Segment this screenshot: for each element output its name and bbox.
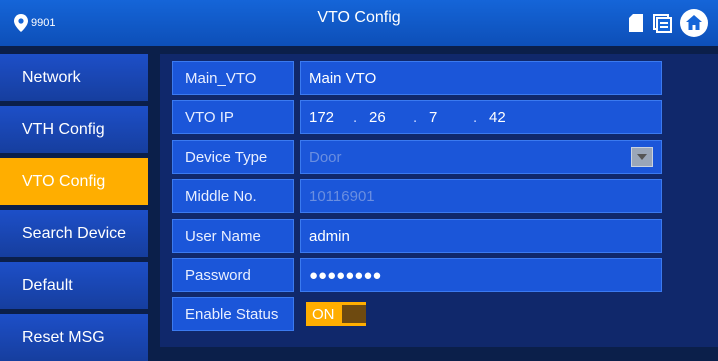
enable-status-toggle[interactable]: ON <box>306 302 366 326</box>
page-title: VTO Config <box>317 9 401 26</box>
enable-status-label: Enable Status <box>172 297 294 331</box>
user-name-label: User Name <box>172 219 294 253</box>
device-type-select[interactable]: Door <box>300 140 662 174</box>
middle-no-field: 10116901 <box>300 179 662 213</box>
password-field[interactable]: ●●●●●●●● <box>300 258 662 292</box>
toggle-knob[interactable] <box>342 305 366 323</box>
ip-octet-4[interactable]: 42 <box>489 109 533 126</box>
screen-icon <box>653 14 672 33</box>
vto-ip-field: 172 . 26 . 7 . 42 <box>300 100 662 134</box>
home-button[interactable] <box>680 9 708 37</box>
device-type-label: Device Type <box>172 140 294 174</box>
sidebar-item-label: VTO Config <box>22 172 106 190</box>
sidebar-item-label: Reset MSG <box>22 328 105 346</box>
sidebar-item-label: Search Device <box>22 224 127 242</box>
sidebar-item-search-device[interactable]: Search Device <box>0 210 148 257</box>
main-vto-field[interactable]: Main VTO <box>300 61 662 95</box>
vto-ip-label: VTO IP <box>172 100 294 134</box>
toggle-state-label: ON <box>312 305 335 323</box>
sidebar-item-network[interactable]: Network <box>0 54 148 101</box>
user-name-field[interactable]: admin <box>300 219 662 253</box>
sidebar-item-reset-msg[interactable]: Reset MSG <box>0 314 148 361</box>
chevron-down-icon[interactable] <box>631 147 653 167</box>
ip-separator: . <box>473 108 478 126</box>
ip-octet-3[interactable]: 7 <box>429 109 473 126</box>
middle-no-label: Middle No. <box>172 179 294 213</box>
password-label: Password <box>172 258 294 292</box>
sidebar: Network VTH Config VTO Config Search Dev… <box>0 54 148 361</box>
ip-separator: . <box>413 108 418 126</box>
sd-card-icon <box>629 14 643 32</box>
main-vto-label: Main_VTO <box>172 61 294 95</box>
ip-octet-2[interactable]: 26 <box>369 109 413 126</box>
sidebar-item-label: Network <box>22 68 81 86</box>
title-bar: 9901 VTO Config <box>0 0 718 46</box>
ip-separator: . <box>353 108 358 126</box>
sidebar-item-label: Default <box>22 276 73 294</box>
sidebar-item-label: VTH Config <box>22 120 105 138</box>
ip-octet-1[interactable]: 172 <box>309 109 353 126</box>
device-type-value: Door <box>309 148 342 166</box>
sidebar-item-default[interactable]: Default <box>0 262 148 309</box>
vto-config-form: Main_VTO Main VTO VTO IP 172 . 26 . 7 . … <box>160 54 718 347</box>
home-icon <box>686 15 702 30</box>
sidebar-item-vth-config[interactable]: VTH Config <box>0 106 148 153</box>
sidebar-item-vto-config[interactable]: VTO Config <box>0 158 148 205</box>
